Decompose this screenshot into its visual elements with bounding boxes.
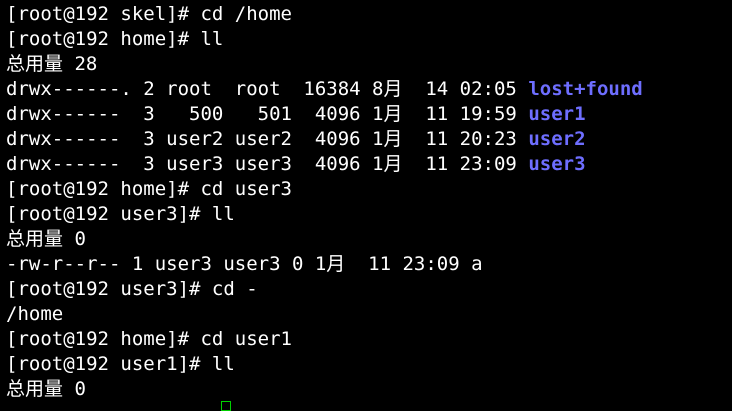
terminal-cursor: [221, 401, 231, 411]
terminal-line: /home: [6, 302, 732, 327]
listing-row-lost-found: drwx------. 2 root root 16384 8月 14 02:0…: [6, 77, 732, 102]
terminal-line: -rw-r--r-- 1 user3 user3 0 1月 11 23:09 a: [6, 252, 732, 277]
line-text: [root@192 user1]# ll: [6, 353, 235, 375]
line-text: drwx------ 3 user2 user2 4096 1月 11 20:2…: [6, 128, 529, 150]
line-text: [root@192 skel]# cd /home: [6, 3, 292, 25]
terminal-line: [root@192 home]# cd user1: [6, 327, 732, 352]
line-text: [root@192 home]# ll: [6, 28, 224, 50]
terminal-line: [root@192 user1]# ll: [6, 352, 732, 377]
line-text: /home: [6, 303, 64, 325]
line-text: 总用量 28: [6, 53, 98, 75]
directory-name: lost+found: [528, 78, 643, 100]
terminal-line: 总用量 28: [6, 52, 732, 77]
line-text: [root@192 home]# cd user3: [6, 178, 292, 200]
line-text: 总用量 0: [6, 378, 86, 400]
directory-name: user3: [528, 153, 586, 175]
line-text: 总用量 0: [6, 228, 86, 250]
terminal-line: 总用量 0: [6, 377, 732, 402]
terminal-line: 总用量 0: [6, 227, 732, 252]
terminal-line: [root@192 user3]# cd -: [6, 277, 732, 302]
line-text: drwx------ 3 500 501 4096 1月 11 19:59: [6, 103, 529, 125]
directory-name: user1: [528, 103, 586, 125]
listing-row-user2: drwx------ 3 user2 user2 4096 1月 11 20:2…: [6, 127, 732, 152]
line-text: [root@192 home]# cd user1: [6, 328, 292, 350]
terminal-window[interactable]: [root@192 skel]# cd /home [root@192 home…: [0, 0, 732, 411]
terminal-line: [root@192 home]# cd user3: [6, 177, 732, 202]
directory-name: user2: [528, 128, 586, 150]
listing-row-user1: drwx------ 3 500 501 4096 1月 11 19:59 us…: [6, 102, 732, 127]
terminal-line: [root@192 skel]# cd /home: [6, 2, 732, 27]
line-text: drwx------ 3 user3 user3 4096 1月 11 23:0…: [6, 153, 529, 175]
listing-row-user3: drwx------ 3 user3 user3 4096 1月 11 23:0…: [6, 152, 732, 177]
line-text: drwx------. 2 root root 16384 8月 14 02:0…: [6, 78, 529, 100]
line-text: [root@192 user3]# ll: [6, 203, 235, 225]
line-text: -rw-r--r-- 1 user3 user3 0 1月 11 23:09 a: [6, 253, 483, 275]
terminal-line: [root@192 home]# ll: [6, 27, 732, 52]
terminal-line: [root@192 user3]# ll: [6, 202, 732, 227]
line-text: [root@192 user3]# cd -: [6, 278, 258, 300]
